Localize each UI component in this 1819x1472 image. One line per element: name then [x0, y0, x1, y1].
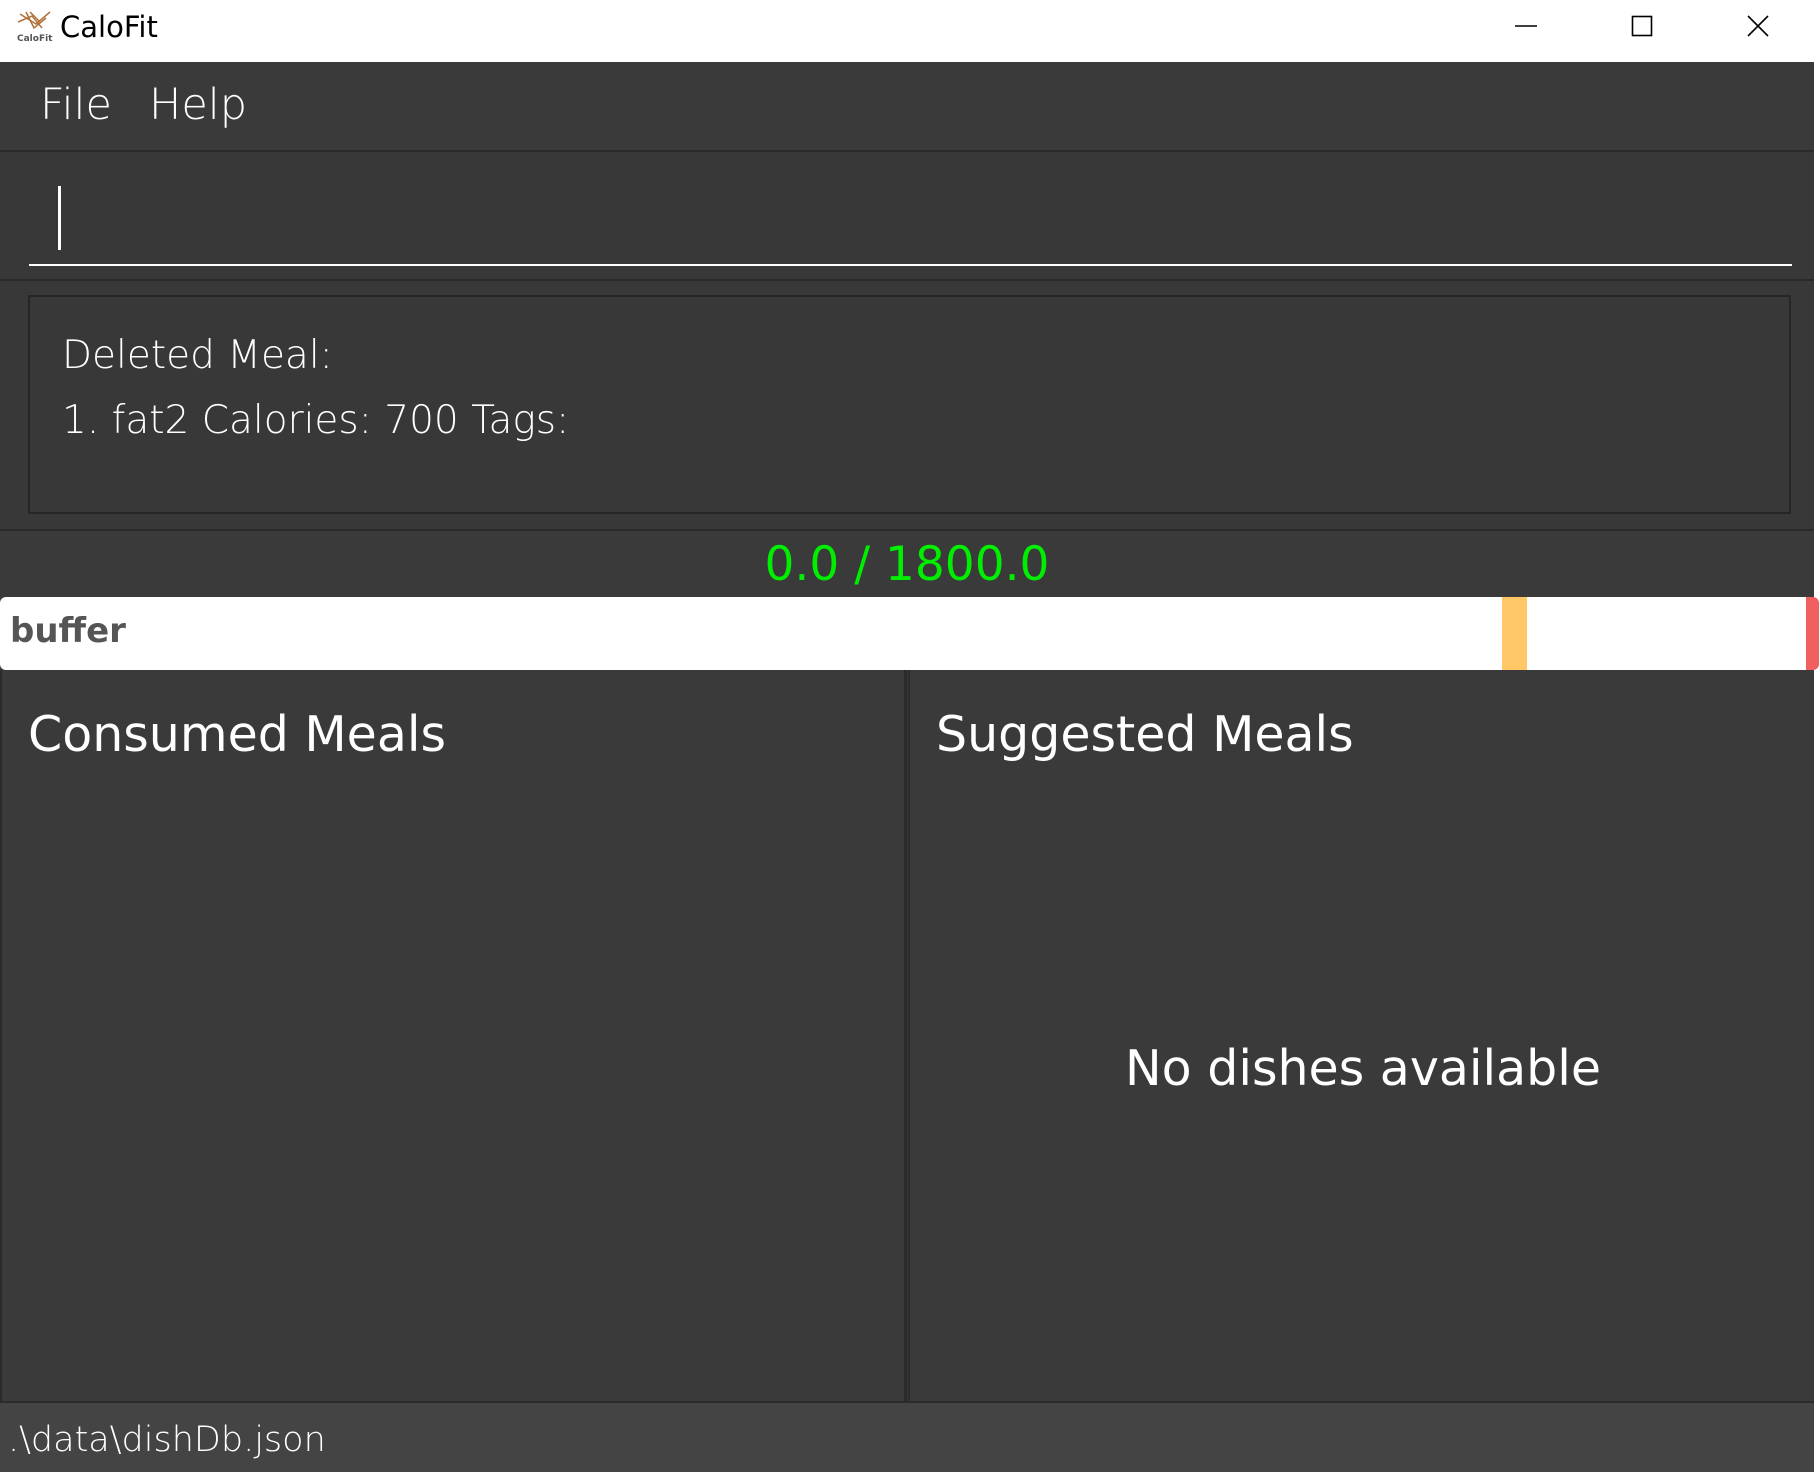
- meal-panels: Consumed Meals Suggested Meals No dishes…: [0, 670, 1814, 1401]
- window-edge: [1814, 62, 1819, 1472]
- title-bar: CaloFit CaloFit: [0, 0, 1819, 62]
- suggested-meals-panel: Suggested Meals No dishes available: [908, 670, 1814, 1401]
- data-file-path: .\data\dishDb.json: [8, 1420, 326, 1460]
- menu-help[interactable]: Help: [149, 80, 247, 130]
- no-dishes-message: No dishes available: [1125, 1040, 1601, 1097]
- command-input[interactable]: [29, 174, 1792, 266]
- maximize-icon: [1631, 15, 1653, 37]
- command-box: [0, 150, 1814, 281]
- status-bar: .\data\dishDb.json: [0, 1401, 1814, 1472]
- close-button[interactable]: [1700, 0, 1816, 52]
- progress-buffer-marker: [1502, 597, 1527, 670]
- result-line: 1. fat2 Calories: 700 Tags:: [62, 398, 570, 443]
- maximize-button[interactable]: [1584, 0, 1700, 52]
- calorie-count: 0.0 / 1800.0: [764, 537, 1050, 592]
- calofit-logo-icon: CaloFit: [16, 10, 54, 44]
- app-title: CaloFit: [60, 10, 158, 44]
- calorie-progress-bar: buffer: [0, 597, 1819, 670]
- minimize-icon: [1515, 15, 1537, 37]
- consumed-meals-title: Consumed Meals: [28, 706, 446, 763]
- text-caret: [58, 186, 61, 250]
- result-box: Deleted Meal: 1. fat2 Calories: 700 Tags…: [28, 295, 1791, 514]
- minimize-button[interactable]: [1468, 0, 1584, 52]
- consumed-meals-panel: Consumed Meals: [0, 670, 907, 1401]
- menu-file[interactable]: File: [40, 80, 112, 130]
- close-icon: [1747, 15, 1769, 37]
- progress-label: buffer: [10, 611, 126, 651]
- svg-text:CaloFit: CaloFit: [17, 34, 53, 44]
- suggested-meals-title: Suggested Meals: [936, 706, 1354, 763]
- progress-limit-marker: [1806, 597, 1819, 670]
- result-display: Deleted Meal: 1. fat2 Calories: 700 Tags…: [0, 281, 1814, 531]
- calofit-window: CaloFit CaloFit File Help Deleted Meal: …: [0, 0, 1819, 1472]
- menu-bar: File Help: [0, 62, 1814, 150]
- result-line: Deleted Meal:: [62, 333, 333, 378]
